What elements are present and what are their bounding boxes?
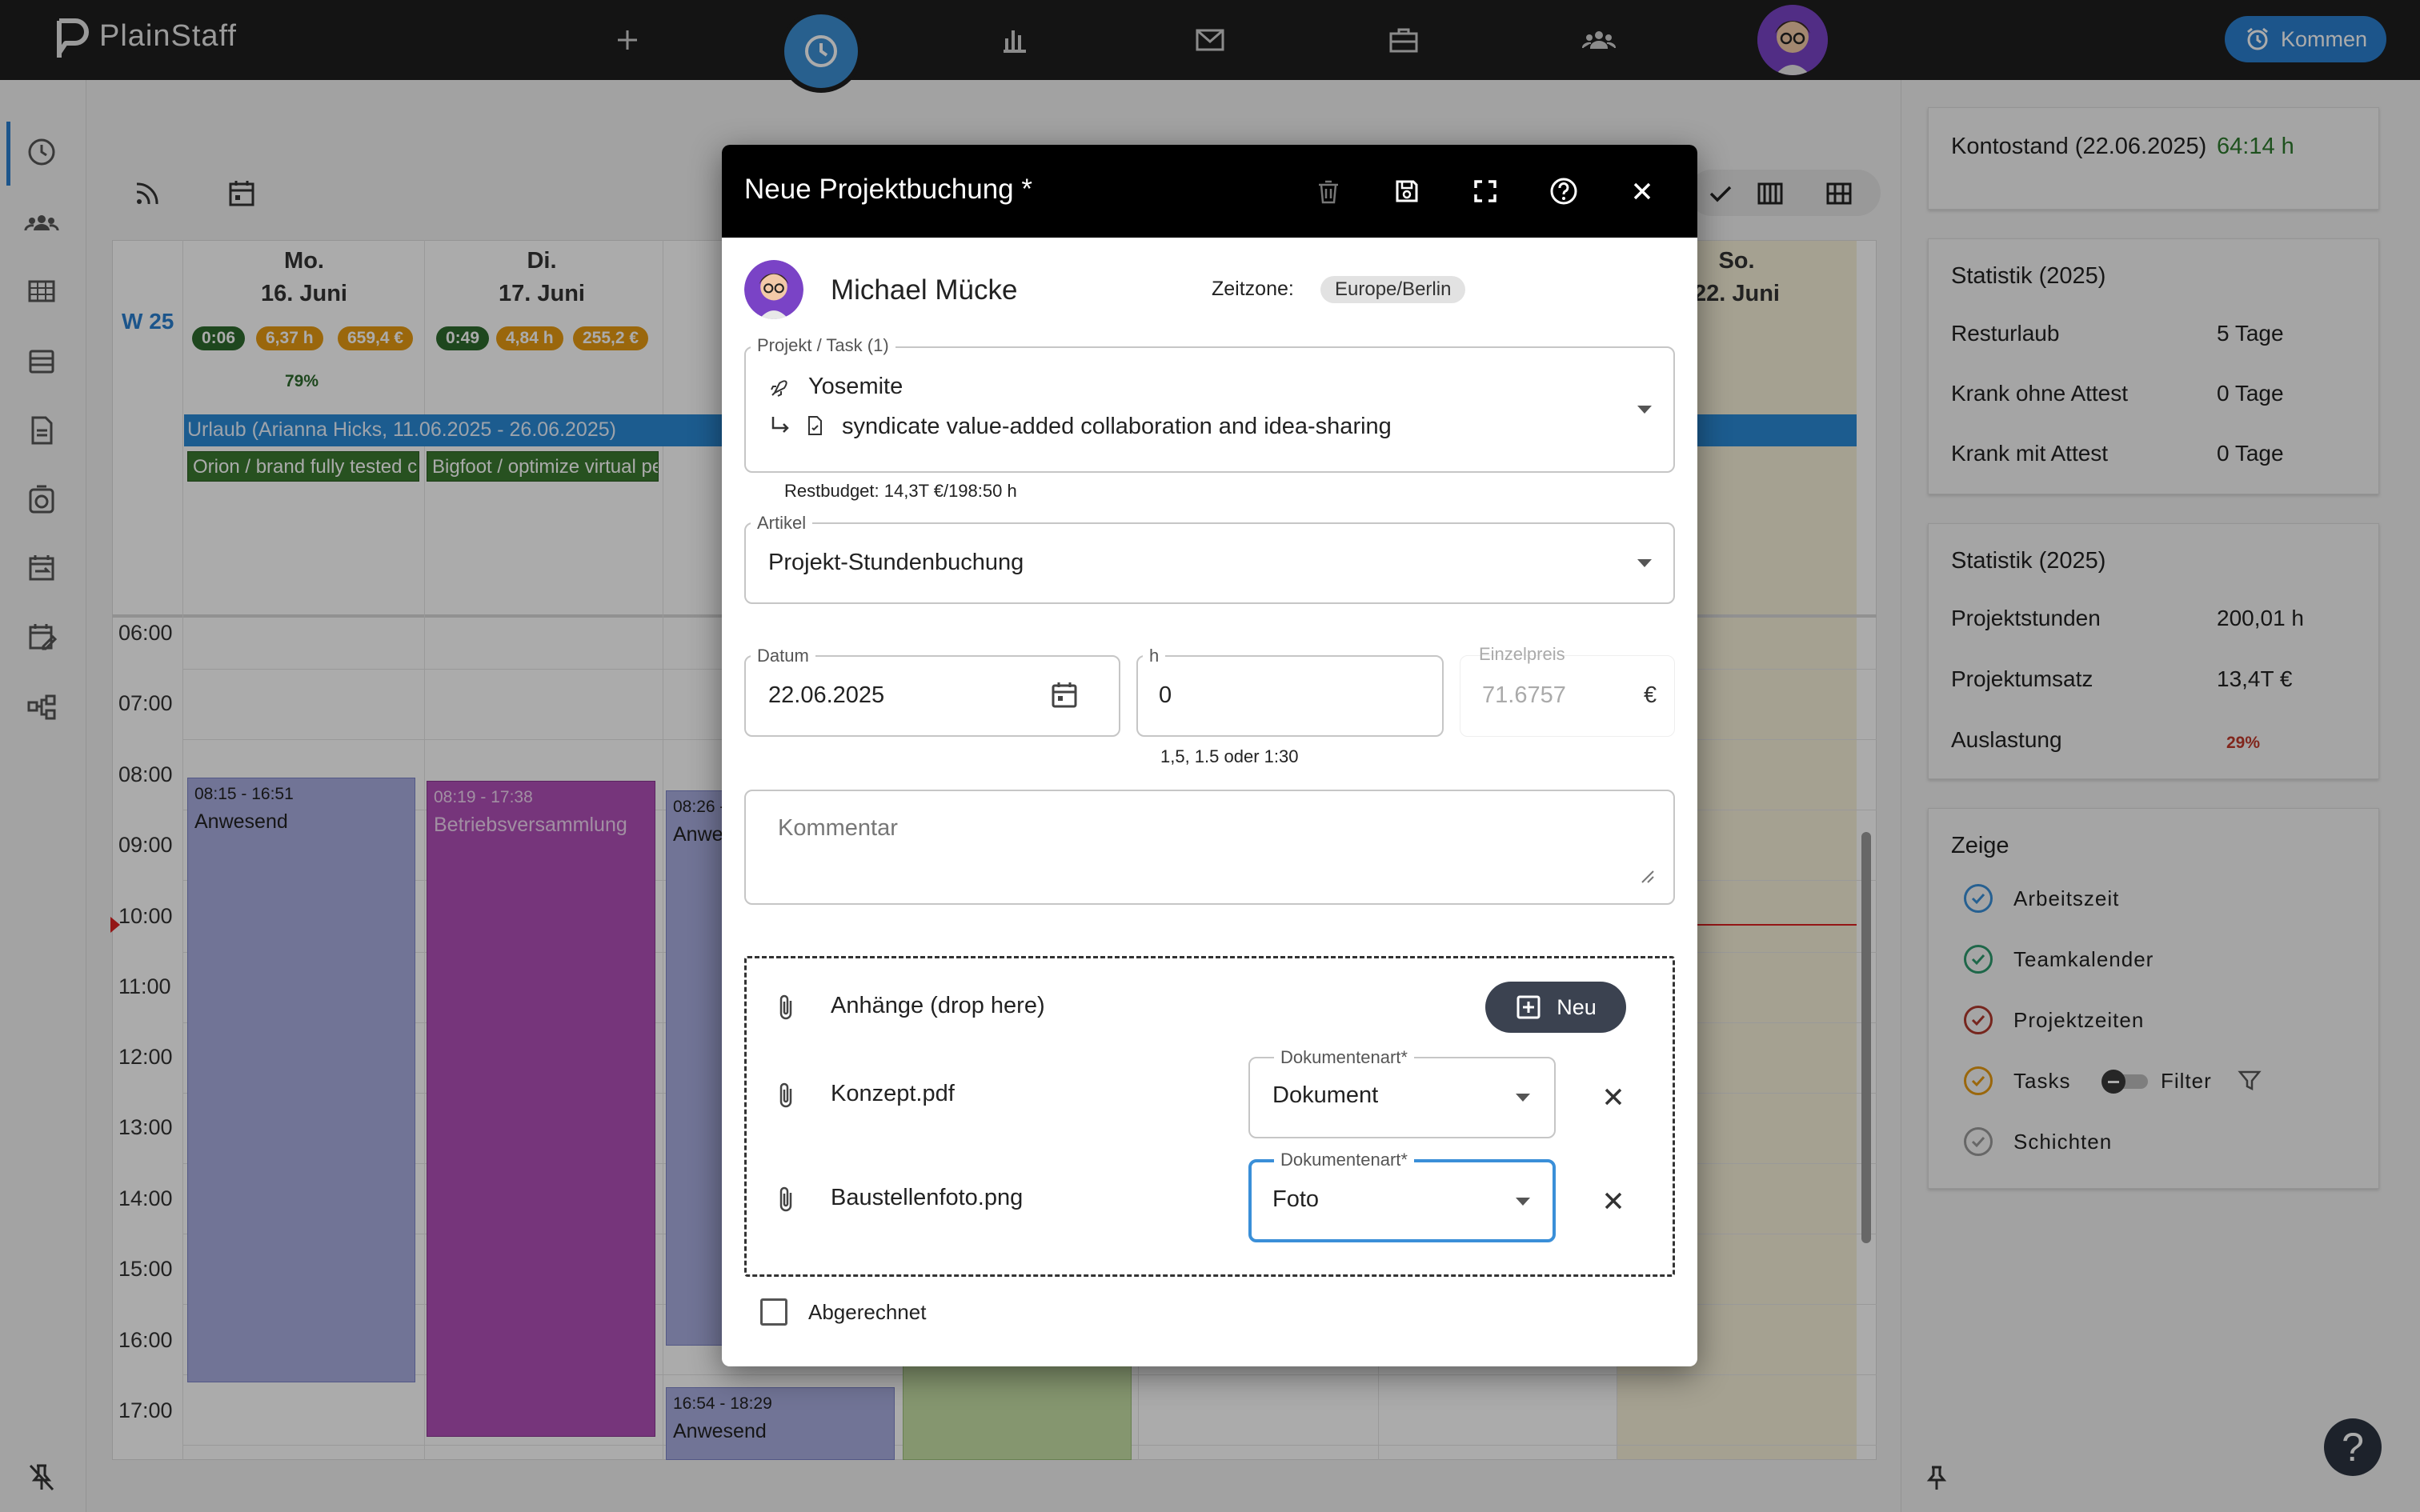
save-icon[interactable] [1388, 172, 1426, 210]
dialog-title: Neue Projektbuchung * [744, 174, 1032, 205]
close-icon[interactable] [1623, 172, 1661, 210]
new-attachment-button[interactable]: Neu [1485, 982, 1626, 1033]
document-type-label: Dokumentenart* [1274, 1150, 1414, 1170]
billed-label: Abgerechnet [808, 1300, 927, 1324]
remove-attachment-icon[interactable] [1596, 1183, 1631, 1218]
dropdown-caret-icon[interactable] [1516, 1094, 1530, 1102]
dropdown-caret-icon[interactable] [1637, 406, 1652, 414]
unit-price-value: 71.6757 [1482, 682, 1566, 708]
calendar-icon[interactable] [1047, 678, 1082, 713]
help-circle-icon[interactable] [1545, 172, 1583, 210]
comment-placeholder: Kommentar [778, 815, 898, 841]
currency-symbol: € [1644, 682, 1657, 708]
article-label: Artikel [751, 513, 813, 534]
comment-textarea[interactable] [744, 790, 1675, 905]
project-name: Yosemite [808, 374, 903, 399]
document-type-label: Dokumentenart* [1274, 1047, 1414, 1068]
dialog-header: Neue Projektbuchung * [722, 145, 1697, 238]
paperclip-icon [770, 1183, 802, 1215]
project-task-label: Projekt / Task (1) [751, 335, 895, 356]
employee-avatar [744, 260, 803, 319]
add-box-icon [1515, 994, 1542, 1021]
resize-handle-icon[interactable] [1639, 868, 1655, 884]
new-button-label: Neu [1557, 994, 1597, 1019]
billed-checkbox[interactable] [760, 1298, 787, 1326]
hours-label: h [1143, 646, 1166, 666]
article-value: Projekt-Stundenbuchung [768, 550, 1024, 575]
rocket-icon [768, 377, 791, 399]
employee-name: Michael Mücke [831, 274, 1018, 306]
project-booking-dialog: Neue Projektbuchung * Michael Mücke Zeit… [722, 145, 1697, 1366]
remove-attachment-icon[interactable] [1596, 1079, 1631, 1114]
project-task-select[interactable] [744, 346, 1675, 473]
document-type-value: Foto [1272, 1186, 1320, 1212]
paperclip-icon [770, 1079, 802, 1111]
date-value: 22.06.2025 [768, 682, 885, 708]
hours-value: 0 [1159, 682, 1172, 708]
dropdown-caret-icon[interactable] [1516, 1198, 1530, 1206]
task-name: syndicate value-added collaboration and … [842, 414, 1392, 439]
subdirectory-arrow-icon [768, 414, 792, 438]
task-document-icon [803, 414, 826, 438]
hours-input[interactable] [1136, 655, 1444, 737]
paperclip-icon [770, 991, 802, 1023]
fullscreen-icon[interactable] [1466, 172, 1504, 210]
date-label: Datum [751, 646, 815, 666]
timezone-chip: Europe/Berlin [1320, 276, 1466, 303]
hours-hint: 1,5, 1.5 oder 1:30 [1160, 746, 1299, 766]
unit-price-label: Einzelpreis [1479, 644, 1565, 664]
document-type-value: Dokument [1272, 1082, 1379, 1108]
delete-icon[interactable] [1309, 172, 1348, 210]
attachment-filename: Baustellenfoto.png [831, 1185, 1024, 1210]
attachments-label: Anhänge (drop here) [831, 993, 1045, 1018]
timezone-label: Zeitzone: [1212, 278, 1294, 300]
dropdown-caret-icon[interactable] [1637, 559, 1652, 567]
remaining-budget: Restbudget: 14,3T €/198:50 h [784, 481, 1017, 501]
attachment-filename: Konzept.pdf [831, 1081, 955, 1106]
